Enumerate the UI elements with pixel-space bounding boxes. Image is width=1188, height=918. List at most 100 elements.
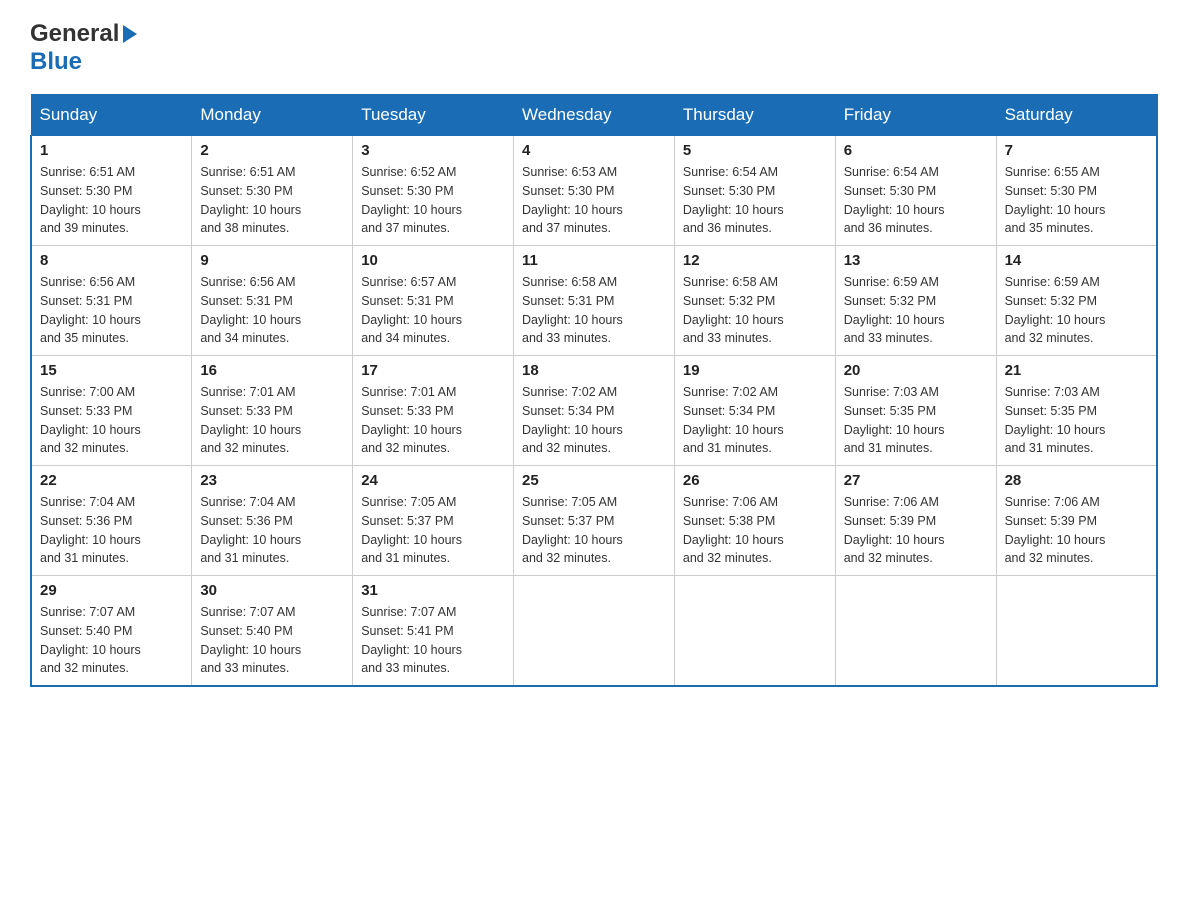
day-info: Sunrise: 7:06 AMSunset: 5:39 PMDaylight:… bbox=[844, 495, 945, 565]
day-info: Sunrise: 7:06 AMSunset: 5:38 PMDaylight:… bbox=[683, 495, 784, 565]
weekday-header-saturday: Saturday bbox=[996, 95, 1157, 136]
day-info: Sunrise: 6:51 AMSunset: 5:30 PMDaylight:… bbox=[200, 165, 301, 235]
day-info: Sunrise: 6:55 AMSunset: 5:30 PMDaylight:… bbox=[1005, 165, 1106, 235]
calendar-cell: 28 Sunrise: 7:06 AMSunset: 5:39 PMDaylig… bbox=[996, 466, 1157, 576]
calendar-week-2: 8 Sunrise: 6:56 AMSunset: 5:31 PMDayligh… bbox=[31, 246, 1157, 356]
day-info: Sunrise: 7:00 AMSunset: 5:33 PMDaylight:… bbox=[40, 385, 141, 455]
day-info: Sunrise: 7:03 AMSunset: 5:35 PMDaylight:… bbox=[844, 385, 945, 455]
day-number: 13 bbox=[844, 252, 988, 269]
calendar-cell bbox=[996, 576, 1157, 686]
weekday-header-row: SundayMondayTuesdayWednesdayThursdayFrid… bbox=[31, 95, 1157, 136]
day-number: 8 bbox=[40, 252, 183, 269]
calendar-cell: 12 Sunrise: 6:58 AMSunset: 5:32 PMDaylig… bbox=[674, 246, 835, 356]
calendar-header: SundayMondayTuesdayWednesdayThursdayFrid… bbox=[31, 95, 1157, 136]
calendar-cell: 14 Sunrise: 6:59 AMSunset: 5:32 PMDaylig… bbox=[996, 246, 1157, 356]
calendar-cell: 4 Sunrise: 6:53 AMSunset: 5:30 PMDayligh… bbox=[514, 136, 675, 246]
day-number: 23 bbox=[200, 472, 344, 489]
weekday-header-friday: Friday bbox=[835, 95, 996, 136]
calendar-cell: 21 Sunrise: 7:03 AMSunset: 5:35 PMDaylig… bbox=[996, 356, 1157, 466]
calendar-cell: 19 Sunrise: 7:02 AMSunset: 5:34 PMDaylig… bbox=[674, 356, 835, 466]
day-number: 30 bbox=[200, 582, 344, 599]
calendar-cell: 24 Sunrise: 7:05 AMSunset: 5:37 PMDaylig… bbox=[353, 466, 514, 576]
day-info: Sunrise: 6:59 AMSunset: 5:32 PMDaylight:… bbox=[1005, 275, 1106, 345]
day-number: 4 bbox=[522, 142, 666, 159]
calendar-cell: 3 Sunrise: 6:52 AMSunset: 5:30 PMDayligh… bbox=[353, 136, 514, 246]
calendar-cell: 17 Sunrise: 7:01 AMSunset: 5:33 PMDaylig… bbox=[353, 356, 514, 466]
day-number: 16 bbox=[200, 362, 344, 379]
calendar-cell: 29 Sunrise: 7:07 AMSunset: 5:40 PMDaylig… bbox=[31, 576, 192, 686]
day-number: 12 bbox=[683, 252, 827, 269]
calendar-cell: 23 Sunrise: 7:04 AMSunset: 5:36 PMDaylig… bbox=[192, 466, 353, 576]
day-number: 20 bbox=[844, 362, 988, 379]
day-info: Sunrise: 6:53 AMSunset: 5:30 PMDaylight:… bbox=[522, 165, 623, 235]
day-number: 17 bbox=[361, 362, 505, 379]
day-number: 2 bbox=[200, 142, 344, 159]
day-number: 15 bbox=[40, 362, 183, 379]
day-info: Sunrise: 7:07 AMSunset: 5:40 PMDaylight:… bbox=[200, 605, 301, 675]
logo-blue-text: Blue bbox=[30, 48, 82, 75]
day-number: 10 bbox=[361, 252, 505, 269]
day-info: Sunrise: 6:56 AMSunset: 5:31 PMDaylight:… bbox=[40, 275, 141, 345]
day-number: 26 bbox=[683, 472, 827, 489]
day-number: 18 bbox=[522, 362, 666, 379]
day-number: 5 bbox=[683, 142, 827, 159]
calendar-cell: 7 Sunrise: 6:55 AMSunset: 5:30 PMDayligh… bbox=[996, 136, 1157, 246]
day-info: Sunrise: 7:05 AMSunset: 5:37 PMDaylight:… bbox=[361, 495, 462, 565]
day-info: Sunrise: 7:03 AMSunset: 5:35 PMDaylight:… bbox=[1005, 385, 1106, 455]
day-info: Sunrise: 7:04 AMSunset: 5:36 PMDaylight:… bbox=[200, 495, 301, 565]
day-number: 14 bbox=[1005, 252, 1148, 269]
calendar-week-5: 29 Sunrise: 7:07 AMSunset: 5:40 PMDaylig… bbox=[31, 576, 1157, 686]
calendar-cell: 5 Sunrise: 6:54 AMSunset: 5:30 PMDayligh… bbox=[674, 136, 835, 246]
day-info: Sunrise: 7:02 AMSunset: 5:34 PMDaylight:… bbox=[522, 385, 623, 455]
logo-arrow-icon bbox=[123, 25, 137, 43]
weekday-header-monday: Monday bbox=[192, 95, 353, 136]
calendar-cell: 22 Sunrise: 7:04 AMSunset: 5:36 PMDaylig… bbox=[31, 466, 192, 576]
day-number: 19 bbox=[683, 362, 827, 379]
calendar-cell: 15 Sunrise: 7:00 AMSunset: 5:33 PMDaylig… bbox=[31, 356, 192, 466]
day-number: 29 bbox=[40, 582, 183, 599]
weekday-header-wednesday: Wednesday bbox=[514, 95, 675, 136]
calendar-table: SundayMondayTuesdayWednesdayThursdayFrid… bbox=[30, 94, 1158, 687]
calendar-cell: 13 Sunrise: 6:59 AMSunset: 5:32 PMDaylig… bbox=[835, 246, 996, 356]
day-number: 6 bbox=[844, 142, 988, 159]
calendar-cell: 16 Sunrise: 7:01 AMSunset: 5:33 PMDaylig… bbox=[192, 356, 353, 466]
weekday-header-sunday: Sunday bbox=[31, 95, 192, 136]
calendar-cell: 30 Sunrise: 7:07 AMSunset: 5:40 PMDaylig… bbox=[192, 576, 353, 686]
day-info: Sunrise: 7:01 AMSunset: 5:33 PMDaylight:… bbox=[200, 385, 301, 455]
day-number: 3 bbox=[361, 142, 505, 159]
day-info: Sunrise: 7:02 AMSunset: 5:34 PMDaylight:… bbox=[683, 385, 784, 455]
day-info: Sunrise: 6:51 AMSunset: 5:30 PMDaylight:… bbox=[40, 165, 141, 235]
calendar-cell: 18 Sunrise: 7:02 AMSunset: 5:34 PMDaylig… bbox=[514, 356, 675, 466]
day-number: 24 bbox=[361, 472, 505, 489]
calendar-week-1: 1 Sunrise: 6:51 AMSunset: 5:30 PMDayligh… bbox=[31, 136, 1157, 246]
calendar-cell bbox=[514, 576, 675, 686]
calendar-cell bbox=[674, 576, 835, 686]
day-number: 21 bbox=[1005, 362, 1148, 379]
calendar-cell: 25 Sunrise: 7:05 AMSunset: 5:37 PMDaylig… bbox=[514, 466, 675, 576]
day-info: Sunrise: 6:54 AMSunset: 5:30 PMDaylight:… bbox=[683, 165, 784, 235]
day-number: 1 bbox=[40, 142, 183, 159]
day-number: 7 bbox=[1005, 142, 1148, 159]
calendar-cell bbox=[835, 576, 996, 686]
calendar-cell: 20 Sunrise: 7:03 AMSunset: 5:35 PMDaylig… bbox=[835, 356, 996, 466]
logo: General Blue bbox=[30, 20, 137, 76]
calendar-cell: 31 Sunrise: 7:07 AMSunset: 5:41 PMDaylig… bbox=[353, 576, 514, 686]
day-number: 9 bbox=[200, 252, 344, 269]
day-info: Sunrise: 7:06 AMSunset: 5:39 PMDaylight:… bbox=[1005, 495, 1106, 565]
calendar-week-3: 15 Sunrise: 7:00 AMSunset: 5:33 PMDaylig… bbox=[31, 356, 1157, 466]
weekday-header-tuesday: Tuesday bbox=[353, 95, 514, 136]
calendar-cell: 26 Sunrise: 7:06 AMSunset: 5:38 PMDaylig… bbox=[674, 466, 835, 576]
day-number: 25 bbox=[522, 472, 666, 489]
calendar-cell: 1 Sunrise: 6:51 AMSunset: 5:30 PMDayligh… bbox=[31, 136, 192, 246]
day-info: Sunrise: 6:59 AMSunset: 5:32 PMDaylight:… bbox=[844, 275, 945, 345]
calendar-cell: 8 Sunrise: 6:56 AMSunset: 5:31 PMDayligh… bbox=[31, 246, 192, 356]
day-info: Sunrise: 7:04 AMSunset: 5:36 PMDaylight:… bbox=[40, 495, 141, 565]
day-info: Sunrise: 6:56 AMSunset: 5:31 PMDaylight:… bbox=[200, 275, 301, 345]
calendar-week-4: 22 Sunrise: 7:04 AMSunset: 5:36 PMDaylig… bbox=[31, 466, 1157, 576]
calendar-body: 1 Sunrise: 6:51 AMSunset: 5:30 PMDayligh… bbox=[31, 136, 1157, 686]
day-info: Sunrise: 6:54 AMSunset: 5:30 PMDaylight:… bbox=[844, 165, 945, 235]
day-number: 28 bbox=[1005, 472, 1148, 489]
calendar-cell: 9 Sunrise: 6:56 AMSunset: 5:31 PMDayligh… bbox=[192, 246, 353, 356]
calendar-cell: 2 Sunrise: 6:51 AMSunset: 5:30 PMDayligh… bbox=[192, 136, 353, 246]
calendar-cell: 27 Sunrise: 7:06 AMSunset: 5:39 PMDaylig… bbox=[835, 466, 996, 576]
